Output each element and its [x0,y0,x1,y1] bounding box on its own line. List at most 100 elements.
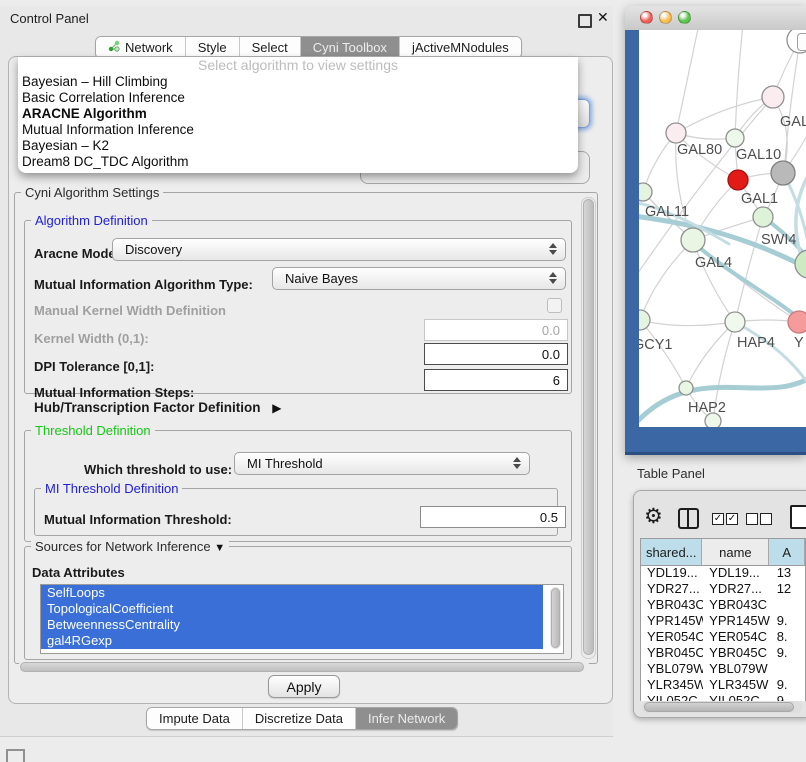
tab-cyni-toolbox[interactable]: Cyni Toolbox [300,37,399,58]
table-cell[interactable]: YPR145W [703,613,771,629]
column-header-A[interactable]: A [769,539,805,565]
float-panel-icon[interactable] [578,14,592,28]
gear-icon[interactable]: ⚙ [644,504,663,529]
table-cell[interactable]: YLR345W [641,677,703,693]
table-row[interactable]: YLR345WYLR345W9. [641,677,806,693]
table-cell[interactable]: 13 [771,565,806,581]
select-all-icon[interactable]: ✓ [712,513,724,525]
mac-close-button[interactable] [640,11,653,24]
algorithm-option[interactable]: Bayesian – K2 [18,138,578,154]
settings-horizontal-scrollbar[interactable] [18,661,590,673]
table-cell[interactable]: 9 [771,693,806,701]
network-node[interactable] [726,129,744,147]
network-node[interactable] [679,381,693,395]
table-cell[interactable]: YBL079W [703,661,771,677]
settings-vertical-scrollbar[interactable] [581,197,596,659]
tab-network[interactable]: Network [96,37,185,58]
algorithm-option[interactable]: Dream8 DC_TDC Algorithm [18,154,578,170]
table-cell[interactable] [771,597,806,613]
table-horizontal-scrollbar[interactable] [642,701,802,713]
data-attribute-item[interactable]: gal4RGexp [41,633,543,649]
select-all-icon[interactable]: ✓ [726,513,738,525]
table-cell[interactable]: YPR145W [641,613,703,629]
table-row[interactable]: YBR043CYBR043C [641,597,806,613]
table-cell[interactable]: YIL052C [703,693,771,701]
tab-infer-network[interactable]: Infer Network [355,708,457,729]
table-row[interactable]: YBR045CYBR045C9. [641,645,806,661]
tab-jactivemnodules[interactable]: jActiveMNodules [399,37,521,58]
network-edge[interactable] [735,217,763,322]
table-row[interactable]: YIL052CYIL052C9 [641,693,806,701]
mi-algorithm-type-combo[interactable]: Naive Bayes [272,267,566,290]
tab-select[interactable]: Select [239,37,300,58]
table-cell[interactable]: YDR27... [641,581,703,597]
network-node[interactable] [771,161,795,185]
kernel-width-field[interactable]: 0.0 [424,319,568,341]
hub-definition-section[interactable]: Hub/Transcription Factor Definition ▶ [34,400,282,415]
network-node[interactable] [762,86,784,108]
tab-impute-data[interactable]: Impute Data [147,708,242,729]
network-window-titlebar[interactable] [625,6,806,31]
table-cell[interactable]: 9. [771,645,806,661]
collapse-arrow-icon[interactable]: ▼ [214,542,225,554]
network-edge[interactable] [686,322,735,388]
apply-button[interactable]: Apply [268,675,340,698]
mi-threshold-field[interactable]: 0.5 [420,506,566,528]
canvas-toolbar-toggle[interactable] [797,33,806,51]
table-cell[interactable]: YBR043C [703,597,771,613]
new-table-icon[interactable] [790,505,806,529]
data-attribute-item[interactable]: SelfLoops [41,585,543,601]
network-edge[interactable] [640,320,686,388]
network-node[interactable] [639,310,650,330]
close-icon[interactable]: ✕ [597,9,609,26]
algorithm-option[interactable]: Basic Correlation Inference [18,90,578,106]
expand-arrow-icon[interactable]: ▶ [272,401,281,415]
table-cell[interactable]: 8. [771,629,806,645]
dpi-tolerance-field[interactable]: 0.0 [424,343,568,365]
data-attribute-item[interactable]: TopologicalCoefficient [41,601,543,617]
data-attribute-item[interactable]: BetweennessCentrality [41,617,543,633]
aracne-mode-combo[interactable]: Discovery [112,238,566,261]
tab-discretize-data[interactable]: Discretize Data [242,708,355,729]
table-cell[interactable]: 9. [771,677,806,693]
network-edge[interactable] [735,30,743,138]
table-row[interactable]: YDR27...YDR27...12 [641,581,806,597]
algorithm-option[interactable]: Bayesian – Hill Climbing [18,74,578,90]
table-row[interactable]: YBL079WYBL079W [641,661,806,677]
algorithm-option[interactable]: Mutual Information Inference [18,122,578,138]
manual-kernel-width-checkbox[interactable] [547,298,562,313]
network-edge[interactable] [693,240,735,322]
table-cell[interactable]: YIL052C [641,693,703,701]
table-cell[interactable]: 12 [771,581,806,597]
algorithm-option[interactable]: ARACNE Algorithm [18,106,578,122]
network-node[interactable] [753,207,773,227]
table-cell[interactable]: YBR045C [703,645,771,661]
table-cell[interactable]: YDL19... [641,565,703,581]
network-edge[interactable] [676,97,773,133]
network-node[interactable] [725,312,745,332]
network-edge[interactable] [676,30,699,133]
table-row[interactable]: YER054CYER054C8. [641,629,806,645]
deselect-all-icon[interactable] [746,513,758,525]
data-attributes-list[interactable]: SelfLoopsTopologicalCoefficientBetweenne… [40,584,564,654]
table-cell[interactable]: YLR345W [703,677,771,693]
network-edge[interactable] [640,240,693,320]
column-header-name[interactable]: name [702,539,769,565]
table-cell[interactable]: YER054C [641,629,703,645]
column-header-shared[interactable]: shared... [641,539,702,565]
network-node[interactable] [639,183,652,201]
network-node[interactable] [681,228,705,252]
mac-zoom-button[interactable] [678,11,691,24]
mac-minimize-button[interactable] [659,11,672,24]
columns-icon[interactable] [678,508,699,529]
which-threshold-combo[interactable]: MI Threshold [234,452,530,475]
table-row[interactable]: YPR145WYPR145W9. [641,613,806,629]
table-cell[interactable]: YBL079W [641,661,703,677]
table-cell[interactable] [771,661,806,677]
table-cell[interactable]: YDR27... [703,581,771,597]
mi-steps-field[interactable]: 6 [424,369,568,391]
table-cell[interactable]: 9. [771,613,806,629]
tab-style[interactable]: Style [185,37,239,58]
deselect-all-icon[interactable] [760,513,772,525]
network-canvas[interactable]: GALGAL80GAL10GAL1GAL11SWI4GAL4GCY1HAP4YH… [639,30,806,427]
